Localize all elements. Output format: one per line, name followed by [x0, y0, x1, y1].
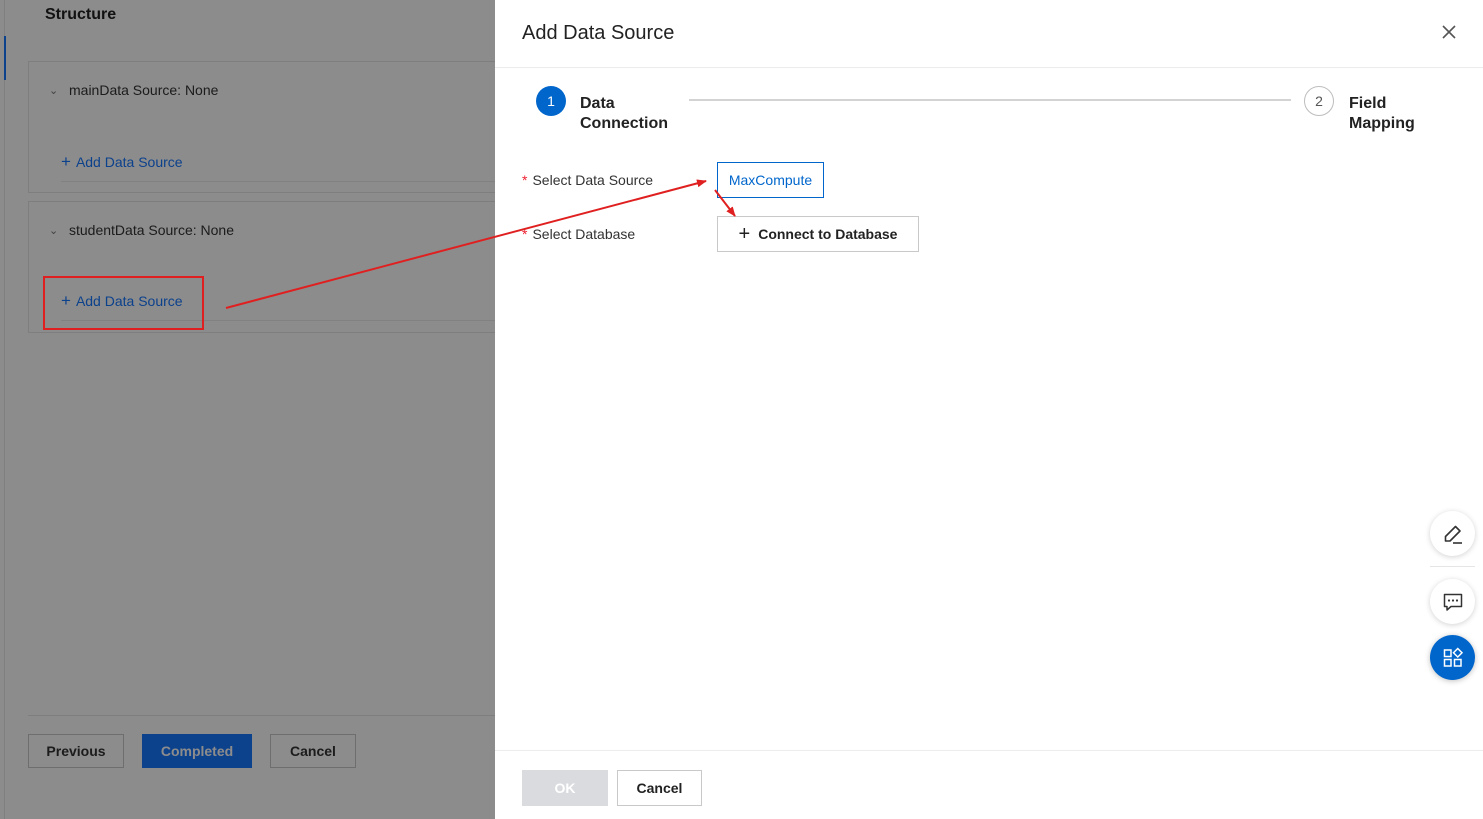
drawer-cancel-button[interactable]: Cancel — [617, 770, 702, 806]
apps-icon — [1443, 646, 1463, 667]
step-2-indicator: 2 — [1304, 86, 1334, 116]
connect-to-database-button[interactable]: + Connect to Database — [717, 216, 919, 252]
step-2-label: Field Mapping — [1349, 95, 1415, 132]
plus-icon: + — [738, 223, 751, 245]
drawer-footer-divider — [495, 750, 1483, 751]
feedback-tool-button[interactable] — [1430, 579, 1475, 624]
edit-icon — [1444, 525, 1462, 544]
step-1-indicator: 1 — [536, 86, 566, 116]
step-field-mapping: 2 Field Mapping — [1304, 86, 1439, 134]
step-data-connection: 1 Data Connection — [536, 86, 690, 134]
edit-tool-button[interactable] — [1430, 511, 1475, 556]
step-connector — [689, 99, 1291, 101]
maxcompute-option[interactable]: MaxCompute — [717, 162, 824, 198]
apps-tool-button[interactable] — [1430, 635, 1475, 680]
step-1-label: Data Connection — [580, 95, 668, 132]
feedback-icon — [1443, 593, 1462, 611]
drawer-header: Add Data Source — [495, 0, 1483, 68]
connect-to-database-label: Connect to Database — [758, 226, 898, 242]
add-data-source-drawer: Add Data Source 1 Data Connection 2 Fiel… — [495, 0, 1483, 819]
select-database-label: * Select Database — [522, 226, 635, 242]
required-icon: * — [522, 172, 528, 188]
tool-divider — [1430, 566, 1475, 567]
drawer-title: Add Data Source — [522, 22, 675, 44]
select-database-text: Select Database — [532, 226, 636, 242]
select-data-source-label: * Select Data Source — [522, 172, 653, 188]
required-icon: * — [522, 226, 528, 242]
ok-button[interactable]: OK — [522, 770, 608, 806]
annotation-highlight-box — [43, 276, 204, 330]
select-data-source-text: Select Data Source — [532, 172, 654, 188]
close-icon[interactable] — [1439, 22, 1459, 42]
modal-mask[interactable] — [0, 0, 495, 819]
